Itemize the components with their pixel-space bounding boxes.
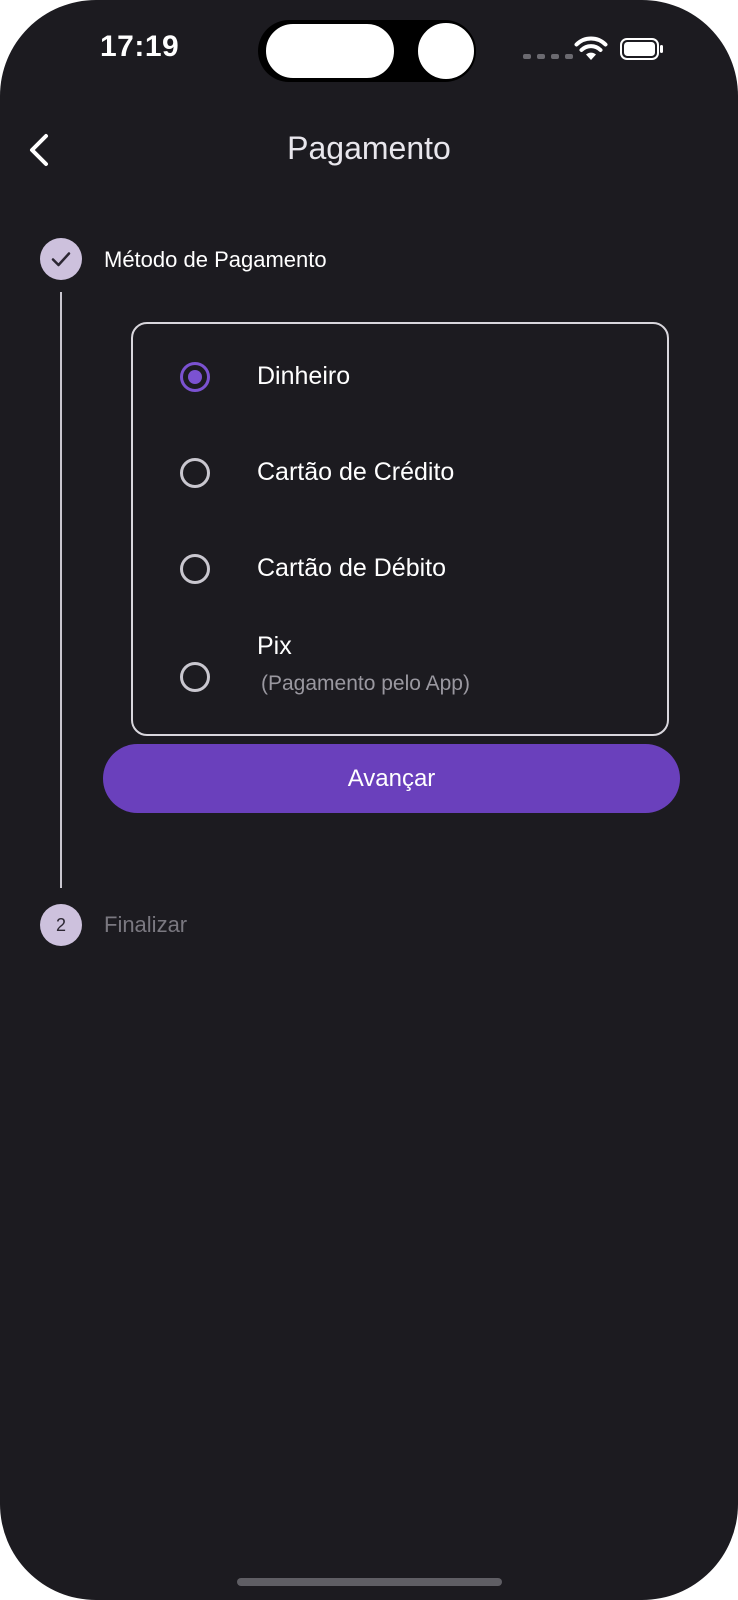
dynamic-island-pill [264, 22, 396, 80]
payment-option-label: Cartão de Débito [257, 554, 447, 582]
radio-unselected-icon[interactable] [180, 662, 210, 692]
cellular-signal-icon [523, 54, 573, 59]
step-connector-line [60, 292, 62, 888]
status-time: 17:19 [100, 30, 180, 63]
step-number-indicator: 2 [40, 904, 82, 946]
payment-option-cash[interactable]: Dinheiro [133, 342, 667, 412]
payment-options-card: Dinheiro Cartão de Crédito Cartão de Déb… [131, 322, 669, 736]
wifi-icon [574, 36, 608, 60]
payment-option-credit-card[interactable]: Cartão de Crédito [133, 438, 667, 508]
advance-button[interactable]: Avançar [103, 744, 680, 813]
battery-icon [620, 38, 663, 60]
page-title: Pagamento [287, 130, 451, 166]
home-indicator[interactable] [237, 1578, 502, 1586]
payment-option-label: Dinheiro [257, 362, 351, 390]
payment-option-debit-card[interactable]: Cartão de Débito [133, 534, 667, 604]
check-icon [51, 252, 71, 267]
payment-option-label: Cartão de Crédito [257, 458, 455, 486]
radio-unselected-icon[interactable] [180, 554, 210, 584]
step-label-finalize: Finalizar [104, 912, 188, 937]
phone-screen: 17:19 Pagamento Método de Pagamento Dinh… [0, 0, 738, 1600]
step-completed-indicator [40, 238, 82, 280]
dynamic-island-camera [416, 21, 476, 81]
radio-unselected-icon[interactable] [180, 458, 210, 488]
payment-option-sublabel: (Pagamento pelo App) [261, 672, 470, 695]
radio-selected-icon[interactable] [180, 362, 210, 392]
payment-option-pix[interactable]: Pix (Pagamento pelo App) [133, 632, 667, 722]
payment-option-label: Pix [257, 632, 292, 660]
step-label-payment-method: Método de Pagamento [104, 247, 327, 272]
